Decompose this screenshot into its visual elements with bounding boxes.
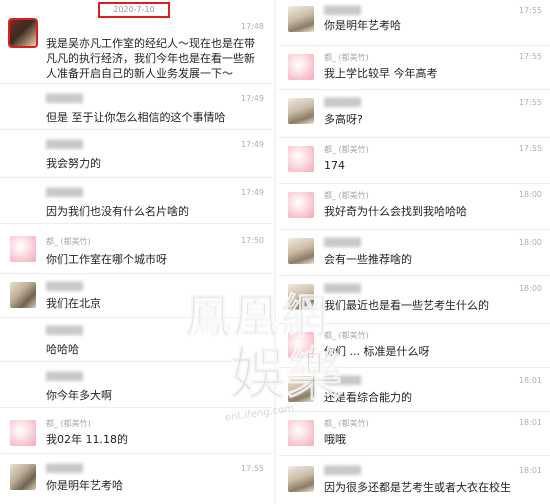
message-time: 17:49 (240, 94, 264, 103)
message-text: 我02年 11.18的 (46, 433, 128, 446)
message-text: 我上学比较早 今年高考 (324, 67, 438, 80)
sender-name: ██████ (324, 376, 361, 385)
message-text: 但是 至于让你怎么相信的这个事情哈 (46, 111, 226, 124)
message-text: 还是看综合能力的 (324, 391, 412, 404)
message-item[interactable]: 都_ (都美竹) 17:55 我上学比较早 今年高考 (278, 46, 550, 90)
message-text: 174 (324, 159, 345, 172)
sender-name: ██████ (46, 94, 83, 103)
chat-screenshot-collage: 2020-7-10 17:48 我是吴亦凡工作室的经纪人～现在也是在带凡凡的执行… (0, 0, 550, 504)
message-item[interactable]: 都_ (都美竹) 17:50 你们工作室在哪个城市呀 (0, 224, 272, 274)
avatar[interactable] (288, 98, 314, 124)
avatar[interactable] (10, 282, 36, 308)
message-text: 哈哈哈 (46, 343, 79, 356)
message-time: 18:01 (518, 418, 542, 427)
message-time: 17:55 (518, 98, 542, 107)
message-item[interactable]: ██████ 18:01 还是看综合能力的 (278, 368, 550, 412)
message-text: 你今年多大啊 (46, 389, 112, 402)
avatar[interactable] (288, 146, 314, 172)
avatar[interactable] (8, 18, 38, 48)
message-item[interactable]: ██████ 哈哈哈 (0, 318, 272, 362)
sender-name: ██████ (324, 6, 361, 15)
column-divider (274, 0, 276, 504)
message-text: 多高呀? (324, 113, 363, 126)
message-time: 18:01 (518, 466, 542, 475)
message-time: 17:55 (518, 6, 542, 15)
avatar[interactable] (288, 6, 314, 32)
sender-name: 都_ (都美竹) (324, 145, 369, 154)
message-text: 因为很多还都是艺考生或者大衣在校生 (324, 481, 511, 494)
message-item[interactable]: 都_ (都美竹) 我02年 11.18的 (0, 408, 272, 454)
message-item[interactable]: 都_ (都美竹) 17:55 174 (278, 138, 550, 184)
sender-name: ██████ (46, 464, 83, 473)
message-text: 你们 ... 标准是什么呀 (324, 345, 430, 358)
message-item[interactable]: ██████ 18:00 我们最近也是看一些艺考生什么的 (278, 276, 550, 324)
message-item[interactable]: 都_ (都美竹) 你们 ... 标准是什么呀 (278, 324, 550, 368)
message-text: 哦哦 (324, 433, 346, 446)
message-item[interactable]: ██████ 17:55 你是明年艺考哈 (0, 454, 272, 504)
avatar[interactable] (288, 238, 314, 264)
sender-name: ██████ (46, 188, 83, 197)
sender-name: ██████ (46, 326, 83, 335)
message-item[interactable]: 都_ (都美竹) 18:01 哦哦 (278, 412, 550, 456)
avatar[interactable] (288, 332, 314, 358)
sender-name: ██████ (324, 466, 361, 475)
sender-name: ██████ (46, 282, 83, 291)
message-item[interactable]: ██████ 18:01 因为很多还都是艺考生或者大衣在校生 (278, 456, 550, 504)
message-time: 17:50 (240, 236, 264, 245)
sender-name: 都_ (都美竹) (46, 419, 91, 428)
message-text: 我好奇为什么会找到我哈哈哈 (324, 205, 467, 218)
sender-name: 都_ (都美竹) (324, 419, 369, 428)
avatar[interactable] (10, 236, 36, 262)
sender-name: ██████ (324, 98, 361, 107)
message-item[interactable]: ██████ 你今年多大啊 (0, 362, 272, 408)
avatar[interactable] (10, 464, 36, 490)
message-time: 18:00 (518, 284, 542, 293)
message-item[interactable]: ██████ 17:49 因为我们也没有什么名片啥的 (0, 178, 272, 224)
chat-column-right: ██████ 17:55 你是明年艺考哈 都_ (都美竹) 17:55 我上学比… (278, 0, 550, 504)
message-text: 我们在北京 (46, 297, 101, 310)
message-item[interactable]: 17:48 我是吴亦凡工作室的经纪人～现在也是在带凡凡的执行经济，我们今年也是在… (0, 16, 272, 84)
message-item[interactable]: ██████ 17:49 我会努力的 (0, 130, 272, 178)
avatar[interactable] (288, 420, 314, 446)
avatar[interactable] (288, 54, 314, 80)
avatar[interactable] (10, 420, 36, 446)
message-item[interactable]: 都_ (都美竹) 18:00 我好奇为什么会找到我哈哈哈 (278, 184, 550, 230)
message-text: 你是明年艺考哈 (46, 479, 123, 492)
message-time: 17:55 (518, 144, 542, 153)
message-text: 因为我们也没有什么名片啥的 (46, 205, 189, 218)
sender-name: 都_ (都美竹) (324, 191, 369, 200)
message-item[interactable]: ██████ 我们在北京 (0, 274, 272, 318)
message-time: 18:00 (518, 238, 542, 247)
chat-column-left: 2020-7-10 17:48 我是吴亦凡工作室的经纪人～现在也是在带凡凡的执行… (0, 0, 272, 504)
message-text: 会有一些推荐啥的 (324, 253, 412, 266)
avatar[interactable] (288, 284, 314, 310)
avatar[interactable] (288, 376, 314, 402)
message-item[interactable]: ██████ 17:49 但是 至于让你怎么相信的这个事情哈 (0, 84, 272, 130)
message-text: 你是明年艺考哈 (324, 19, 401, 32)
message-text: 你们工作室在哪个城市呀 (46, 253, 167, 266)
message-time: 17:48 (240, 22, 264, 31)
message-time: 17:49 (240, 188, 264, 197)
sender-name: ██████ (46, 140, 83, 149)
sender-name: ██████ (46, 372, 83, 381)
sender-name: ██████ (324, 284, 361, 293)
message-time: 18:01 (518, 376, 542, 385)
message-item[interactable]: ██████ 17:55 多高呀? (278, 90, 550, 138)
sender-name: 都_ (都美竹) (324, 331, 369, 340)
message-item[interactable]: ██████ 17:55 你是明年艺考哈 (278, 0, 550, 46)
message-text: 我们最近也是看一些艺考生什么的 (324, 299, 489, 312)
avatar[interactable] (288, 466, 314, 492)
message-time: 17:55 (240, 464, 264, 473)
message-time: 17:49 (240, 140, 264, 149)
avatar[interactable] (288, 192, 314, 218)
sender-name: 都_ (都美竹) (46, 237, 91, 246)
sender-name: ██████ (324, 238, 361, 247)
message-text: 我会努力的 (46, 157, 101, 170)
message-text: 我是吴亦凡工作室的经纪人～现在也是在带凡凡的执行经济，我们今年也是在看一些新人准… (46, 37, 255, 80)
message-time: 18:00 (518, 190, 542, 199)
sender-name: 都_ (都美竹) (324, 53, 369, 62)
message-time: 17:55 (518, 52, 542, 61)
message-item[interactable]: ██████ 18:00 会有一些推荐啥的 (278, 230, 550, 276)
